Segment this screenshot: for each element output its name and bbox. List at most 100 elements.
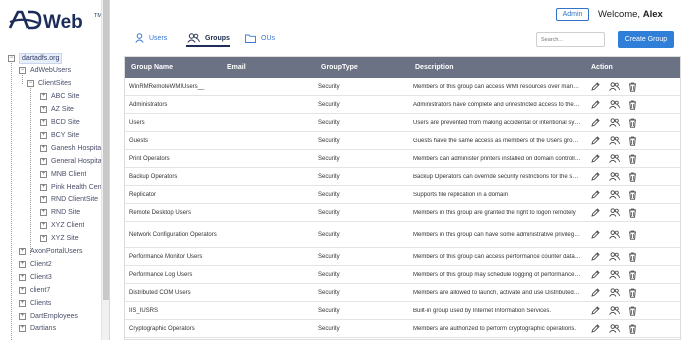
expand-icon[interactable]: + <box>40 93 47 101</box>
manage-members-icon[interactable] <box>609 320 620 337</box>
manage-members-icon[interactable] <box>609 114 620 131</box>
tab-ous[interactable]: OUs <box>245 30 275 46</box>
delete-icon[interactable] <box>628 204 637 221</box>
expand-icon[interactable]: + <box>19 286 26 294</box>
tree-item-client7[interactable]: + client7 <box>19 284 50 296</box>
sidebar-scrollbar-thumb[interactable] <box>103 0 109 300</box>
expand-icon[interactable]: + <box>40 183 47 191</box>
edit-icon[interactable] <box>591 132 600 149</box>
manage-members-icon[interactable] <box>609 150 620 167</box>
delete-icon[interactable] <box>628 150 637 167</box>
table-row[interactable]: Cryptographic Operators Security Members a… <box>125 320 680 338</box>
manage-members-icon[interactable] <box>609 186 620 203</box>
manage-members-icon[interactable] <box>609 168 620 185</box>
edit-icon[interactable] <box>591 320 600 337</box>
expand-icon[interactable]: + <box>40 119 47 126</box>
tab-users[interactable]: Users <box>135 30 167 46</box>
sidebar-scrollbar[interactable] <box>101 0 109 340</box>
edit-icon[interactable] <box>591 204 600 221</box>
table-row[interactable]: Distributed COM Users Security Members are… <box>125 284 680 302</box>
manage-members-icon[interactable] <box>609 302 620 319</box>
expand-icon[interactable]: + <box>40 131 47 139</box>
expand-icon[interactable]: + <box>19 325 26 333</box>
delete-icon[interactable] <box>628 302 637 319</box>
expand-icon[interactable]: + <box>19 248 26 255</box>
tree-item-pink-health-center[interactable]: + Pink Health Center <box>40 181 109 193</box>
delete-icon[interactable] <box>628 78 637 95</box>
delete-icon[interactable] <box>628 248 637 265</box>
tree-item-clientsites[interactable]: − ClientSites <box>27 78 71 90</box>
manage-members-icon[interactable] <box>609 204 620 221</box>
tree-item-mnb-client[interactable]: + MNB Client <box>40 168 86 180</box>
column-header-email[interactable]: Email <box>227 57 246 78</box>
edit-icon[interactable] <box>591 96 600 113</box>
expand-icon[interactable]: + <box>40 222 47 230</box>
tab-groups[interactable]: Groups <box>187 30 230 46</box>
expand-icon[interactable]: + <box>40 144 47 152</box>
edit-icon[interactable] <box>591 186 600 203</box>
edit-icon[interactable] <box>591 168 600 185</box>
delete-icon[interactable] <box>628 96 637 113</box>
create-group-button[interactable]: Create Group <box>618 31 674 48</box>
edit-icon[interactable] <box>591 248 600 265</box>
user-name[interactable]: Alex <box>643 9 663 20</box>
tree-item-root[interactable]: − dartadfs.org <box>8 52 63 64</box>
edit-icon[interactable] <box>591 302 600 319</box>
table-row[interactable]: WinRMRemoteWMIUsers__ Security Members of … <box>125 78 680 96</box>
delete-icon[interactable] <box>628 284 637 301</box>
table-row[interactable]: Remote Desktop Users Security Members in t… <box>125 204 680 222</box>
collapse-icon[interactable]: − <box>8 54 15 62</box>
table-row[interactable]: Print Operators Security Members can admin… <box>125 150 680 168</box>
tree-item-az-site[interactable]: + AZ Site <box>40 104 74 116</box>
tree-item-general-hospital[interactable]: + General Hospital <box>40 155 103 167</box>
search-input[interactable] <box>536 32 605 47</box>
tree-item-client3[interactable]: + Client3 <box>19 271 52 283</box>
tree-item-clients[interactable]: + Clients <box>19 297 51 309</box>
table-row[interactable]: Users Security Users are prevented from ma… <box>125 114 680 132</box>
manage-members-icon[interactable] <box>609 284 620 301</box>
delete-icon[interactable] <box>628 168 637 185</box>
manage-members-icon[interactable] <box>609 132 620 149</box>
table-row[interactable]: Replicator Security Supports file replicat… <box>125 186 680 204</box>
delete-icon[interactable] <box>628 266 637 283</box>
expand-icon[interactable]: + <box>40 235 47 243</box>
expand-icon[interactable]: + <box>40 106 47 114</box>
delete-icon[interactable] <box>628 186 637 203</box>
manage-members-icon[interactable] <box>609 96 620 113</box>
table-row[interactable]: Administrators Security Administrators hav… <box>125 96 680 114</box>
manage-members-icon[interactable] <box>609 78 620 95</box>
tree-item-ganesh-hospital[interactable]: + Ganesh Hospital <box>40 142 103 154</box>
expand-icon[interactable]: + <box>19 312 26 320</box>
delete-icon[interactable] <box>628 320 637 337</box>
table-row[interactable]: Guests Security Guests have the same acces… <box>125 132 680 150</box>
table-row[interactable]: Backup Operators Security Backup Operators… <box>125 168 680 186</box>
manage-members-icon[interactable] <box>609 248 620 265</box>
expand-icon[interactable]: + <box>19 273 26 281</box>
table-row[interactable]: Network Configuration Operators Security M… <box>125 222 680 248</box>
tree-item-xyz-client[interactable]: + XYZ Client <box>40 220 84 232</box>
table-row[interactable]: Performance Monitor Users Security Members… <box>125 248 680 266</box>
collapse-icon[interactable]: − <box>19 67 26 75</box>
tree-item-bcd-site[interactable]: + BCD Site <box>40 117 80 129</box>
tree-item-axonportalusers[interactable]: + AxonPortalUsers <box>19 246 83 258</box>
delete-icon[interactable] <box>628 222 637 247</box>
expand-icon[interactable]: + <box>40 196 47 204</box>
tree-item-bcy-site[interactable]: + BCY Site <box>40 129 79 141</box>
tree-item-adwebusers[interactable]: − AdWebUsers <box>19 65 71 77</box>
column-header-group-type[interactable]: GroupType <box>321 57 358 78</box>
table-row[interactable]: IIS_IUSRS Security Built-in group used by … <box>125 302 680 320</box>
edit-icon[interactable] <box>591 150 600 167</box>
expand-icon[interactable]: + <box>40 157 47 165</box>
tree-item-client2[interactable]: + Client2 <box>19 258 52 270</box>
column-header-group-name[interactable]: Group Name <box>131 57 173 78</box>
manage-members-icon[interactable] <box>609 222 620 247</box>
collapse-icon[interactable]: − <box>27 80 34 88</box>
tree-item-abc-site[interactable]: + ABC Site <box>40 91 79 103</box>
manage-members-icon[interactable] <box>609 266 620 283</box>
expand-icon[interactable]: + <box>40 170 47 178</box>
expand-icon[interactable]: + <box>40 209 47 217</box>
edit-icon[interactable] <box>591 222 600 247</box>
delete-icon[interactable] <box>628 114 637 131</box>
tree-item-dartemployees[interactable]: + DartEmployees <box>19 310 78 322</box>
tree-item-rnd-site[interactable]: + RND Site <box>40 207 80 219</box>
